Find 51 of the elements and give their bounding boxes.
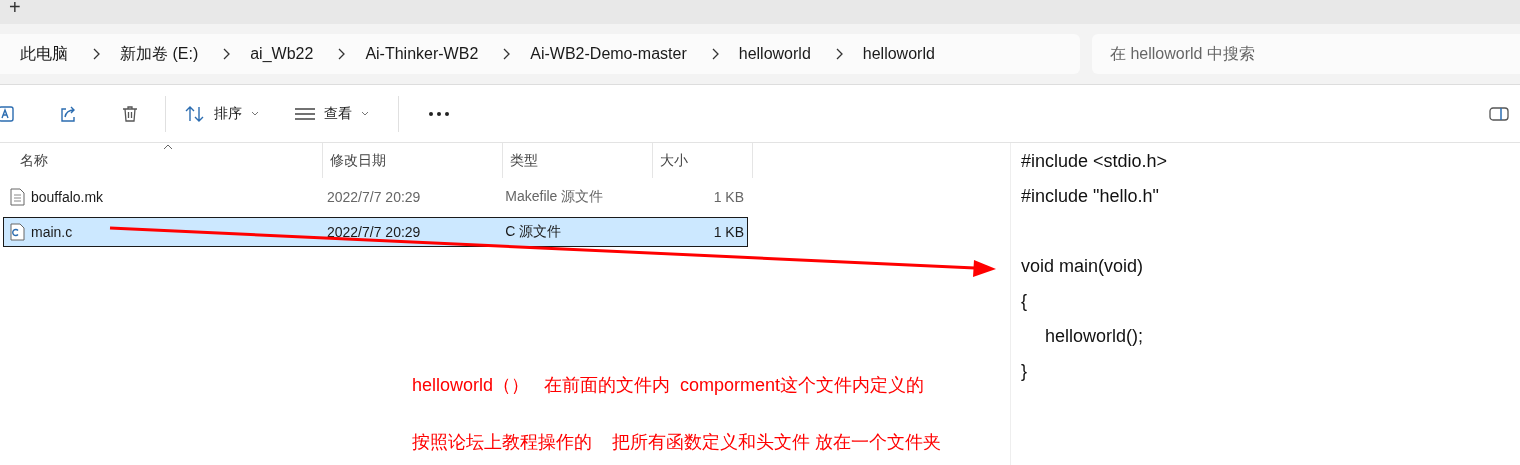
breadcrumb-item[interactable]: 此电脑 [20,43,68,65]
address-bar[interactable]: 此电脑 新加卷 (E:) ai_Wb22 Ai-Thinker-WB2 Ai-WB2-Demo-master helloworld helloworld [0,34,1080,74]
search-field[interactable]: 在 helloworld 中搜索 [1092,34,1520,74]
lines-icon [294,106,316,121]
breadcrumb-item[interactable]: helloworld [738,45,811,63]
code-line: #include <stdio.h> [1021,151,1168,173]
breadcrumb-item[interactable]: 新加卷 (E:) [120,43,199,65]
code-line: } [1021,361,1028,383]
view-button[interactable]: 查看 [284,98,380,129]
caret-icon [250,110,260,117]
file-row[interactable]: bouffalo.mk 2022/7/7 20:29 Makefile 源文件 1 KB [3,182,748,212]
breadcrumb-item[interactable]: helloworld [862,45,935,63]
chevron-icon [92,48,100,60]
table-cell-text: 2022/7/7 20:29 [325,224,422,240]
column-header[interactable]: 类型 [503,143,653,178]
breadcrumb-item[interactable]: Ai-WB2-Demo-master [530,45,687,63]
more-icon[interactable] [428,110,450,117]
caret-icon [360,110,370,117]
table-cell-text: 2022/7/7 20:29 [325,189,422,205]
sort-caret-icon [163,144,173,150]
chevron-icon [222,48,231,60]
annotation-text: 按照论坛上教程操作的 把所有函数定义和头文件 放在一个文件夹 [412,431,941,454]
table-cell-text: Makefile 源文件 [504,188,605,206]
code-line: void main(void) [1021,256,1145,278]
file-name: main.c [31,224,73,240]
chevron-icon [337,48,346,60]
chevron-icon [502,48,511,60]
new-tab-button[interactable]: + [9,0,21,14]
column-header[interactable]: 大小 [653,143,753,178]
column-header[interactable]: 修改日期 [323,143,503,178]
code-line: { [1021,291,1028,313]
breadcrumb-item[interactable]: ai_Wb22 [250,45,314,63]
text-file-icon [9,188,25,206]
sort-button[interactable]: 排序 [174,98,270,129]
details-pane-icon[interactable] [1489,105,1509,122]
column-header[interactable]: 名称 [0,143,323,178]
breadcrumb-item[interactable]: Ai-Thinker-WB2 [365,45,479,63]
file-row[interactable]: main.c 2022/7/7 20:29 C 源文件 1 KB [3,217,748,247]
code-line: helloworld(); [1044,326,1145,348]
table-cell-text: C 源文件 [504,223,563,241]
rename-icon[interactable] [0,103,16,124]
annotation-text: helloworld（） 在前面的文件内 comporment这个文件内定义的 [412,374,926,397]
delete-icon[interactable] [120,103,140,124]
chevron-icon [710,48,719,60]
c-file-icon [9,223,25,241]
table-cell-text: 1 KB [712,224,745,240]
file-name: bouffalo.mk [31,189,104,205]
sort-arrows-icon [184,104,206,123]
table-cell-text: 1 KB [712,189,745,205]
code-line: #include "hello.h" [1021,186,1160,208]
chevron-icon [834,48,843,60]
